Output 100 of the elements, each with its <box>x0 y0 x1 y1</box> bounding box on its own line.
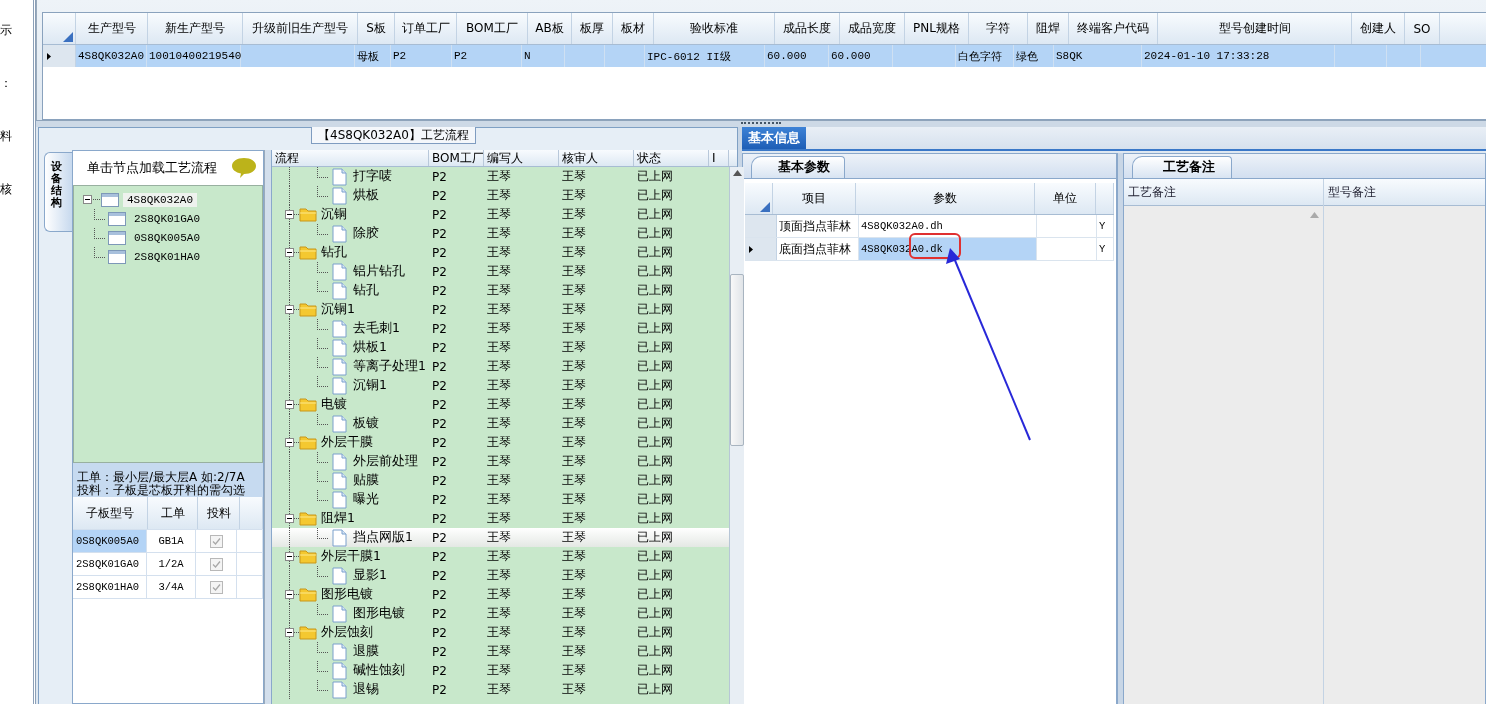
tree-node[interactable]: 0S8QK005A0 <box>130 230 204 245</box>
process-row[interactable]: 沉铜1 P2 王琴 王琴 已上网 <box>272 376 729 395</box>
checkbox[interactable] <box>209 534 223 548</box>
collapse-icon[interactable] <box>285 305 294 314</box>
column-header[interactable]: 成品宽度 <box>840 13 905 44</box>
column-header[interactable]: 型号创建时间 <box>1158 13 1352 44</box>
process-row[interactable]: 挡点网版1 P2 王琴 王琴 已上网 <box>272 528 729 547</box>
column-header[interactable]: BOM工厂 <box>429 150 484 166</box>
column-header[interactable]: 生产型号 <box>76 13 148 44</box>
table-cell[interactable]: 2S8QK01GA0 <box>73 553 147 575</box>
table-cell[interactable]: 2S8QK01HA0 <box>73 576 147 598</box>
collapse-icon[interactable] <box>285 628 294 637</box>
process-row[interactable]: 曝光 P2 王琴 王琴 已上网 <box>272 490 729 509</box>
process-row[interactable]: 烘板1 P2 王琴 王琴 已上网 <box>272 338 729 357</box>
process-row[interactable]: 沉铜 P2 王琴 王琴 已上网 <box>272 205 729 224</box>
column-header[interactable]: 单位 <box>1035 183 1096 214</box>
column-header[interactable]: 阻焊 <box>1028 13 1069 44</box>
process-row[interactable]: 退膜 P2 王琴 王琴 已上网 <box>272 642 729 661</box>
table-cell: P2 <box>432 644 447 659</box>
process-row[interactable]: 外层干膜1 P2 王琴 王琴 已上网 <box>272 547 729 566</box>
column-header[interactable]: 项目 <box>773 183 856 214</box>
process-row[interactable]: 钻孔 P2 王琴 王琴 已上网 <box>272 243 729 262</box>
table-cell: N <box>524 50 531 62</box>
process-row[interactable]: 图形电镀 P2 王琴 王琴 已上网 <box>272 585 729 604</box>
collapse-icon[interactable] <box>285 552 294 561</box>
process-row[interactable]: 外层前处理 P2 王琴 王琴 已上网 <box>272 452 729 471</box>
process-row[interactable]: 除胶 P2 王琴 王琴 已上网 <box>272 224 729 243</box>
column-header[interactable]: 板材 <box>613 13 654 44</box>
column-header[interactable]: SO <box>1405 13 1440 44</box>
column-header[interactable]: I <box>709 150 729 166</box>
side-tab[interactable]: 设备结构 <box>44 152 72 232</box>
checkbox[interactable] <box>209 557 223 571</box>
process-row[interactable]: 退锡 P2 王琴 王琴 已上网 <box>272 680 729 699</box>
column-header[interactable]: 订单工厂 <box>395 13 457 44</box>
column-header[interactable]: 板厚 <box>572 13 613 44</box>
column-header[interactable]: S板 <box>358 13 395 44</box>
process-row[interactable]: 铝片钻孔 P2 王琴 王琴 已上网 <box>272 262 729 281</box>
column-header[interactable]: 工艺备注 <box>1124 179 1323 206</box>
process-row[interactable]: 显影1 P2 王琴 王琴 已上网 <box>272 566 729 585</box>
process-row[interactable]: 碱性蚀刻 P2 王琴 王琴 已上网 <box>272 661 729 680</box>
column-header[interactable]: 流程 <box>272 150 429 166</box>
process-row[interactable]: 等离子处理1 P2 王琴 王琴 已上网 <box>272 357 729 376</box>
scrollbar[interactable] <box>729 167 744 704</box>
process-row[interactable]: 板镀 P2 王琴 王琴 已上网 <box>272 414 729 433</box>
scroll-thumb[interactable] <box>730 274 744 446</box>
menu-item[interactable]: 示 <box>0 22 12 38</box>
process-row[interactable]: 烘板 P2 王琴 王琴 已上网 <box>272 186 729 205</box>
collapse-icon[interactable] <box>285 438 294 447</box>
column-header[interactable]: 创建人 <box>1352 13 1405 44</box>
column-header[interactable]: 成品长度 <box>775 13 840 44</box>
collapse-icon[interactable] <box>285 248 294 257</box>
table-cell: 王琴 <box>562 453 586 470</box>
collapse-icon[interactable] <box>285 590 294 599</box>
collapse-icon[interactable] <box>285 514 294 523</box>
tab[interactable]: 基本信息 <box>742 127 806 149</box>
process-row[interactable]: 去毛刺1 P2 王琴 王琴 已上网 <box>272 319 729 338</box>
collapse-icon[interactable] <box>83 195 92 204</box>
table-row[interactable]: 4S8QK032A0 10010400219540 母板 P2 P2 N IPC-6012 II级 60.000 60.000 白色字符 绿色 S8QK 2024-01-10 17:33:28 <box>43 45 1486 67</box>
process-row[interactable]: 图形电镀 P2 王琴 王琴 已上网 <box>272 604 729 623</box>
tree-node[interactable]: 2S8QK01HA0 <box>130 249 204 264</box>
tree-node[interactable]: 2S8QK01GA0 <box>130 211 204 226</box>
process-row[interactable]: 外层干膜 P2 王琴 王琴 已上网 <box>272 433 729 452</box>
process-row[interactable]: 阻焊1 P2 王琴 王琴 已上网 <box>272 509 729 528</box>
column-header[interactable]: 新生产型号 <box>148 13 243 44</box>
column-header[interactable]: 子板型号 <box>73 497 148 529</box>
table-cell[interactable]: 0S8QK005A0 <box>73 530 147 552</box>
document-icon <box>332 680 347 699</box>
corner-triangle-icon <box>760 202 770 212</box>
tree-node[interactable]: 4S8QK032A0 <box>123 192 197 207</box>
menu-item[interactable]: 核 <box>0 181 12 197</box>
process-row[interactable]: 电镀 P2 王琴 王琴 已上网 <box>272 395 729 414</box>
column-header[interactable]: 型号备注 <box>1324 179 1485 206</box>
table-cell: 已上网 <box>637 548 673 565</box>
column-header[interactable]: 状态 <box>634 150 709 166</box>
column-header[interactable]: PNL规格 <box>905 13 969 44</box>
column-header[interactable]: AB板 <box>528 13 572 44</box>
menu-item[interactable]: ： <box>0 75 12 91</box>
tab[interactable]: 基本参数 <box>751 156 845 178</box>
process-row[interactable]: 贴膜 P2 王琴 王琴 已上网 <box>272 471 729 490</box>
column-header[interactable]: 编写人 <box>484 150 559 166</box>
menu-item[interactable]: 料 <box>0 128 12 144</box>
column-header[interactable]: BOM工厂 <box>457 13 528 44</box>
process-row[interactable]: 外层蚀刻 P2 王琴 王琴 已上网 <box>272 623 729 642</box>
column-header[interactable]: 投料 <box>198 497 240 529</box>
process-row[interactable]: 钻孔 P2 王琴 王琴 已上网 <box>272 281 729 300</box>
column-header[interactable]: 工单 <box>148 497 198 529</box>
collapse-icon[interactable] <box>285 210 294 219</box>
tab[interactable]: 工艺备注 <box>1132 156 1232 178</box>
scroll-up-icon[interactable] <box>732 170 742 176</box>
column-header[interactable]: 升级前旧生产型号 <box>243 13 358 44</box>
column-header[interactable]: 参数 <box>856 183 1035 214</box>
column-header[interactable]: 验收标准 <box>654 13 775 44</box>
checkbox[interactable] <box>209 580 223 594</box>
process-row[interactable]: 打字唛 P2 王琴 王琴 已上网 <box>272 167 729 186</box>
process-row[interactable]: 沉铜1 P2 王琴 王琴 已上网 <box>272 300 729 319</box>
column-header[interactable]: 终端客户代码 <box>1069 13 1158 44</box>
column-header[interactable]: 核审人 <box>559 150 634 166</box>
step-label: 退锡 <box>353 681 379 698</box>
column-header[interactable]: 字符 <box>969 13 1028 44</box>
collapse-icon[interactable] <box>285 400 294 409</box>
